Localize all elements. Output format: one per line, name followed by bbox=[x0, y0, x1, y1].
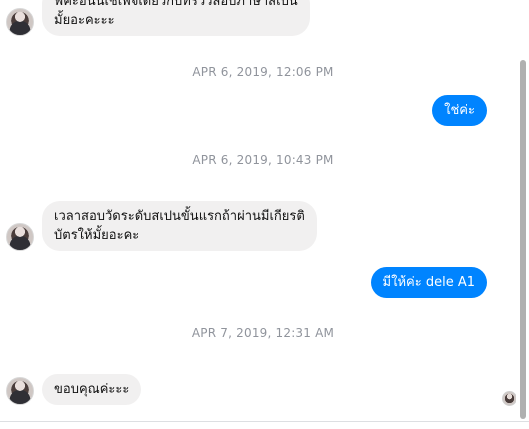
message-thread: ฟคะอนนเชเพจเดยวกบทรววสอบภาษาสเปน มั้ยอะค… bbox=[0, 0, 516, 421]
timestamp: APR 6, 2019, 12:06 PM bbox=[192, 65, 334, 79]
incoming-message-row: ขอบคุณค่ะะะ bbox=[6, 374, 142, 405]
message-text-line: ฟคะอนนเชเพจเดยวกบทรววสอบภาษาสเปน bbox=[54, 0, 298, 9]
message-text-line: เวลาสอบวัดระดับสเปนขั้นแรกถ้าผ่านมีเกียร… bbox=[54, 209, 305, 224]
incoming-message-bubble[interactable]: ขอบคุณค่ะะะ bbox=[42, 374, 142, 405]
divider bbox=[0, 421, 529, 422]
contact-avatar[interactable] bbox=[6, 377, 34, 405]
incoming-message-row: ฟคะอนนเชเพจเดยวกบทรววสอบภาษาสเปน มั้ยอะค… bbox=[6, 0, 310, 36]
timestamp: APR 6, 2019, 10:43 PM bbox=[192, 153, 334, 167]
contact-avatar[interactable] bbox=[6, 8, 34, 36]
contact-avatar[interactable] bbox=[6, 223, 34, 251]
message-text-line: บัตรให้มั้ยอะคะ bbox=[54, 228, 140, 243]
seen-indicator-avatar bbox=[502, 391, 516, 406]
incoming-message-row: เวลาสอบวัดระดับสเปนขั้นแรกถ้าผ่านมีเกียร… bbox=[6, 201, 317, 251]
incoming-message-bubble[interactable]: ฟคะอนนเชเพจเดยวกบทรววสอบภาษาสเปน มั้ยอะค… bbox=[42, 0, 310, 36]
outgoing-message-bubble[interactable]: มีให้ค่ะ dele A1 bbox=[370, 267, 487, 298]
timestamp: APR 7, 2019, 12:31 AM bbox=[191, 326, 335, 340]
incoming-message-bubble[interactable]: เวลาสอบวัดระดับสเปนขั้นแรกถ้าผ่านมีเกียร… bbox=[42, 201, 317, 251]
message-text-line: มั้ยอะคะะะ bbox=[54, 13, 115, 28]
scrollbar[interactable] bbox=[519, 0, 529, 421]
scrollbar-thumb[interactable] bbox=[520, 60, 526, 419]
outgoing-message-bubble[interactable]: ใช่ค่ะ bbox=[432, 95, 487, 126]
